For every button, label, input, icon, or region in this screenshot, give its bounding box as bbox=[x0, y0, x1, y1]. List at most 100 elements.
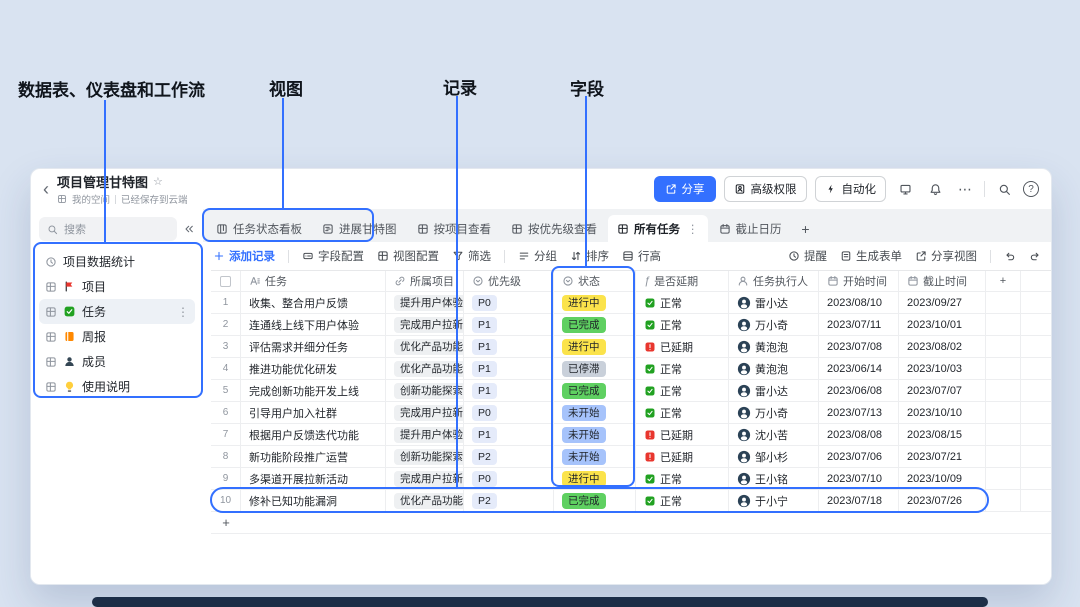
start-date-cell[interactable]: 2023/07/18 bbox=[819, 490, 899, 511]
task-cell[interactable]: 引导用户加入社群 bbox=[241, 402, 386, 423]
delayed-cell[interactable]: 已延期 bbox=[636, 424, 729, 445]
view-tab-all-tasks[interactable]: 所有任务⋮ bbox=[608, 215, 708, 242]
delayed-cell[interactable]: 正常 bbox=[636, 292, 729, 313]
assignee-cell[interactable]: 雷小达 bbox=[729, 292, 819, 313]
priority-cell[interactable]: P2 bbox=[464, 446, 554, 467]
add-row[interactable]: + bbox=[211, 512, 1051, 534]
toolbar-undo[interactable] bbox=[1004, 250, 1016, 262]
table-row[interactable]: 6引导用户加入社群完成用户拉新P0未开始正常万小奇2023/07/132023/… bbox=[211, 402, 1051, 424]
priority-cell[interactable]: P2 bbox=[464, 490, 554, 511]
collapse-sidebar-icon[interactable] bbox=[183, 223, 195, 235]
row-number[interactable]: 4 bbox=[211, 358, 241, 379]
toolbar-view-config[interactable]: 视图配置 bbox=[377, 248, 439, 264]
project-cell[interactable]: 优化产品功能 bbox=[386, 490, 464, 511]
add-row-button[interactable]: + bbox=[211, 512, 241, 533]
column-header-delayed[interactable]: ƒ是否延期 bbox=[636, 271, 729, 291]
delayed-cell[interactable]: 正常 bbox=[636, 358, 729, 379]
status-cell[interactable]: 未开始 bbox=[554, 402, 636, 423]
priority-cell[interactable]: P0 bbox=[464, 468, 554, 489]
end-date-cell[interactable]: 2023/07/07 bbox=[899, 380, 986, 401]
status-cell[interactable]: 已停滞 bbox=[554, 358, 636, 379]
table-row[interactable]: 7根据用户反馈迭代功能提升用户体验P1未开始已延期沈小苦2023/08/0820… bbox=[211, 424, 1051, 446]
status-cell[interactable]: 已完成 bbox=[554, 490, 636, 511]
start-date-cell[interactable]: 2023/07/11 bbox=[819, 314, 899, 335]
assignee-cell[interactable]: 邹小杉 bbox=[729, 446, 819, 467]
project-cell[interactable]: 完成用户拉新 bbox=[386, 402, 464, 423]
presentation-icon[interactable] bbox=[894, 178, 916, 200]
project-cell[interactable]: 优化产品功能 bbox=[386, 358, 464, 379]
star-icon[interactable]: ☆ bbox=[153, 175, 163, 188]
toolbar-generate-form[interactable]: 生成表单 bbox=[840, 248, 902, 264]
column-header-status[interactable]: 状态 bbox=[554, 271, 636, 291]
advanced-permission-button[interactable]: 高级权限 bbox=[724, 176, 807, 202]
priority-cell[interactable]: P1 bbox=[464, 336, 554, 357]
column-header-start[interactable]: 开始时间 bbox=[819, 271, 899, 291]
view-tab-by-project[interactable]: 按项目查看 bbox=[408, 215, 501, 242]
search-input[interactable]: 搜索 bbox=[39, 217, 177, 241]
row-number[interactable]: 8 bbox=[211, 446, 241, 467]
status-cell[interactable]: 进行中 bbox=[554, 468, 636, 489]
view-tab-gantt[interactable]: 进展甘特图 bbox=[313, 215, 406, 242]
toolbar-row-height[interactable]: 行高 bbox=[622, 248, 661, 264]
priority-cell[interactable]: P1 bbox=[464, 358, 554, 379]
row-number[interactable]: 9 bbox=[211, 468, 241, 489]
column-header-task[interactable]: 任务 bbox=[241, 271, 386, 291]
start-date-cell[interactable]: 2023/06/08 bbox=[819, 380, 899, 401]
search-icon[interactable] bbox=[993, 178, 1015, 200]
project-cell[interactable]: 完成用户拉新 bbox=[386, 468, 464, 489]
row-number[interactable]: 6 bbox=[211, 402, 241, 423]
status-cell[interactable]: 进行中 bbox=[554, 292, 636, 313]
start-date-cell[interactable]: 2023/08/08 bbox=[819, 424, 899, 445]
row-number[interactable]: 3 bbox=[211, 336, 241, 357]
sidebar-item-projects[interactable]: 项目 bbox=[39, 274, 195, 299]
help-icon[interactable]: ? bbox=[1023, 181, 1039, 197]
more-icon[interactable]: ⋯ bbox=[954, 178, 976, 200]
sidebar-item-stats[interactable]: 项目数据统计 bbox=[39, 249, 195, 274]
end-date-cell[interactable]: 2023/10/10 bbox=[899, 402, 986, 423]
assignee-cell[interactable]: 万小奇 bbox=[729, 314, 819, 335]
task-cell[interactable]: 推进功能优化研发 bbox=[241, 358, 386, 379]
column-header-assignee[interactable]: 任务执行人 bbox=[729, 271, 819, 291]
assignee-cell[interactable]: 沈小苦 bbox=[729, 424, 819, 445]
more-icon[interactable]: ⋮ bbox=[687, 222, 699, 236]
project-cell[interactable]: 优化产品功能 bbox=[386, 336, 464, 357]
end-date-cell[interactable]: 2023/08/02 bbox=[899, 336, 986, 357]
toolbar-share-view[interactable]: 分享视图 bbox=[915, 248, 977, 264]
table-row[interactable]: 3评估需求并细分任务优化产品功能P1进行中已延期黄泡泡2023/07/08202… bbox=[211, 336, 1051, 358]
delayed-cell[interactable]: 正常 bbox=[636, 468, 729, 489]
table-row[interactable]: 9多渠道开展拉新活动完成用户拉新P0进行中正常王小铭2023/07/102023… bbox=[211, 468, 1051, 490]
assignee-cell[interactable]: 黄泡泡 bbox=[729, 358, 819, 379]
priority-cell[interactable]: P1 bbox=[464, 380, 554, 401]
view-tab-kanban[interactable]: 任务状态看板 bbox=[207, 215, 311, 242]
end-date-cell[interactable]: 2023/08/15 bbox=[899, 424, 986, 445]
checkbox[interactable] bbox=[220, 276, 231, 287]
end-date-cell[interactable]: 2023/10/09 bbox=[899, 468, 986, 489]
task-cell[interactable]: 修补已知功能漏洞 bbox=[241, 490, 386, 511]
sidebar-item-tasks[interactable]: 任务⋮ bbox=[39, 299, 195, 324]
priority-cell[interactable]: P0 bbox=[464, 402, 554, 423]
table-row[interactable]: 8新功能阶段推广运营创新功能探索P2未开始已延期邹小杉2023/07/06202… bbox=[211, 446, 1051, 468]
sidebar-item-members[interactable]: 成员 bbox=[39, 349, 195, 374]
project-cell[interactable]: 提升用户体验 bbox=[386, 424, 464, 445]
delayed-cell[interactable]: 正常 bbox=[636, 490, 729, 511]
toolbar-group[interactable]: 分组 bbox=[518, 248, 557, 264]
bell-icon[interactable] bbox=[924, 178, 946, 200]
end-date-cell[interactable]: 2023/07/26 bbox=[899, 490, 986, 511]
assignee-cell[interactable]: 雷小达 bbox=[729, 380, 819, 401]
add-view-button[interactable]: + bbox=[793, 215, 819, 242]
column-header-project[interactable]: 所属项目 bbox=[386, 271, 464, 291]
task-cell[interactable]: 新功能阶段推广运营 bbox=[241, 446, 386, 467]
view-tab-calendar[interactable]: 截止日历 bbox=[710, 215, 791, 242]
select-all-cell[interactable] bbox=[211, 271, 241, 291]
status-cell[interactable]: 已完成 bbox=[554, 314, 636, 335]
toolbar-add-record[interactable]: 添加记录 bbox=[213, 248, 275, 264]
delayed-cell[interactable]: 正常 bbox=[636, 314, 729, 335]
row-number[interactable]: 5 bbox=[211, 380, 241, 401]
row-number[interactable]: 2 bbox=[211, 314, 241, 335]
task-cell[interactable]: 评估需求并细分任务 bbox=[241, 336, 386, 357]
delayed-cell[interactable]: 正常 bbox=[636, 402, 729, 423]
end-date-cell[interactable]: 2023/09/27 bbox=[899, 292, 986, 313]
task-cell[interactable]: 完成创新功能开发上线 bbox=[241, 380, 386, 401]
task-cell[interactable]: 收集、整合用户反馈 bbox=[241, 292, 386, 313]
start-date-cell[interactable]: 2023/07/10 bbox=[819, 468, 899, 489]
